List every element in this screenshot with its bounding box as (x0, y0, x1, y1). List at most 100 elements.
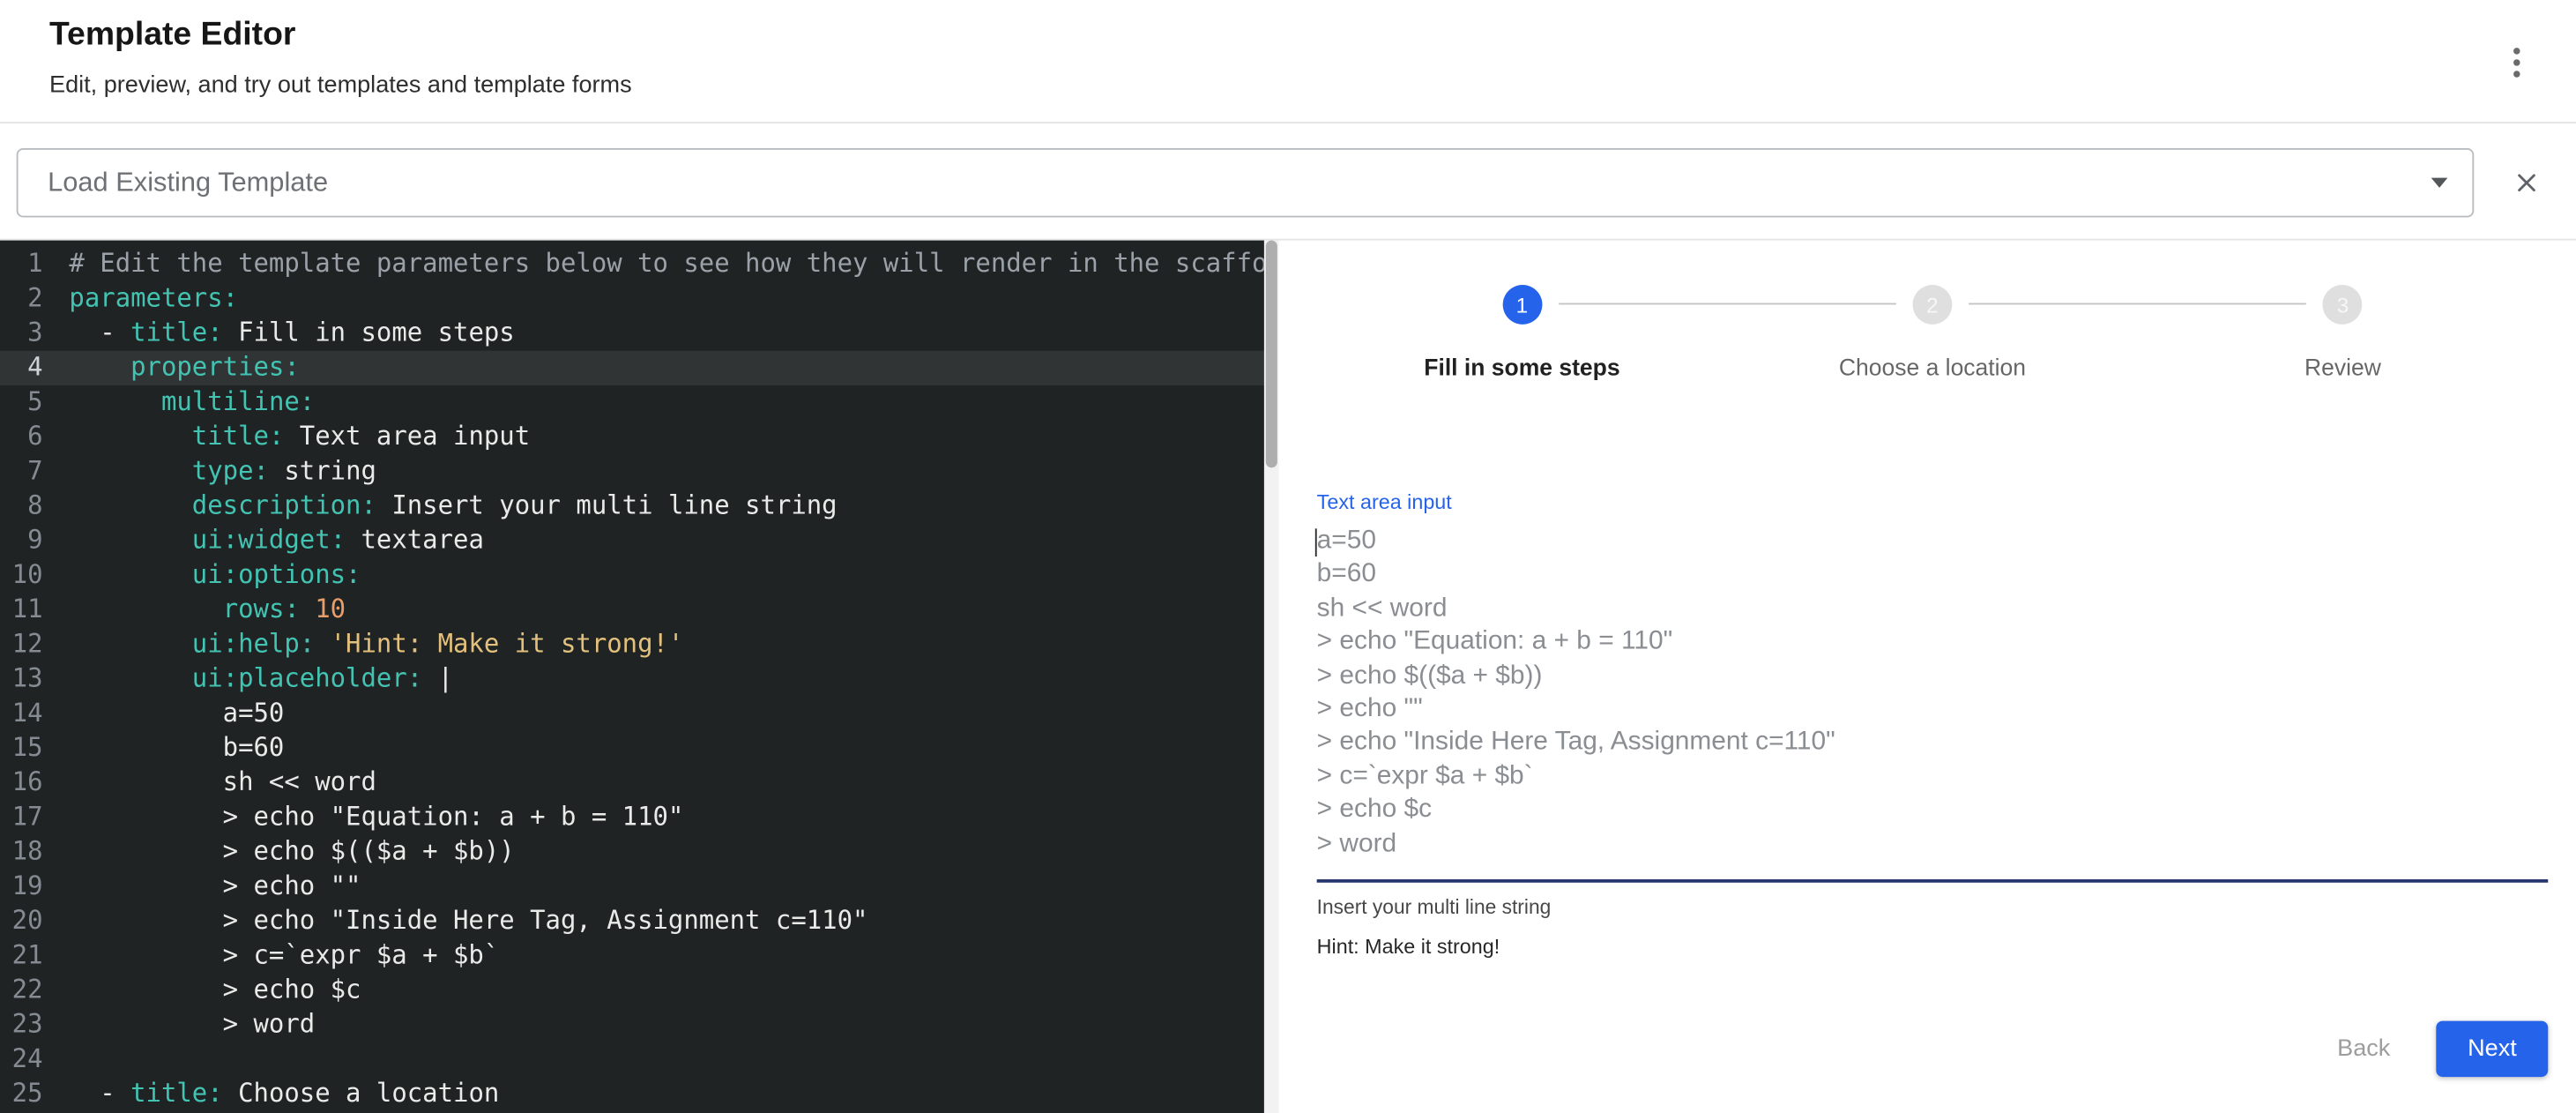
code-text: > echo $c (43, 973, 361, 1007)
line-number: 14 (0, 697, 43, 731)
line-number: 10 (0, 558, 43, 593)
header: Template Editor Edit, preview, and try o… (0, 0, 2576, 123)
editor-line[interactable]: 1# Edit the template parameters below to… (0, 247, 1264, 281)
template-editor-app: Template Editor Edit, preview, and try o… (0, 0, 2576, 1113)
editor-line[interactable]: 17 > echo "Equation: a + b = 110" (0, 800, 1264, 834)
code-text: ui:placeholder: | (43, 662, 453, 697)
editor-line[interactable]: 7 type: string (0, 454, 1264, 489)
editor-line[interactable]: 9 ui:widget: textarea (0, 524, 1264, 558)
chevron-down-icon[interactable] (2431, 178, 2448, 188)
focus-underline (1317, 879, 2549, 883)
line-number: 7 (0, 454, 43, 489)
line-number: 13 (0, 662, 43, 697)
line-number: 2 (0, 281, 43, 316)
code-text: type: string (43, 454, 376, 489)
editor-scrollbar[interactable] (1264, 241, 1279, 1113)
code-text (43, 1042, 70, 1077)
code-text: title: Text area input (43, 420, 531, 454)
line-number: 8 (0, 489, 43, 524)
code-text: > word (43, 1008, 316, 1042)
code-text: - title: Choose a location (43, 1077, 500, 1111)
editor-line[interactable]: 24 (0, 1042, 1264, 1077)
line-number: 1 (0, 247, 43, 281)
editor-line[interactable]: 10 ui:options: (0, 558, 1264, 593)
stepper: 1 Fill in some steps 2 Choose a location… (1279, 241, 2576, 383)
content-split: 1# Edit the template parameters below to… (0, 241, 2576, 1113)
editor-line[interactable]: 11 rows: 10 (0, 593, 1264, 627)
stepper-connector (1559, 303, 1896, 305)
editor-line[interactable]: 22 > echo $c (0, 973, 1264, 1007)
code-text: > echo "" (43, 870, 361, 904)
code-text: sh << word (43, 766, 376, 800)
editor-line[interactable]: 2parameters: (0, 281, 1264, 316)
editor-line[interactable]: 25 - title: Choose a location (0, 1077, 1264, 1111)
load-template-select[interactable]: Load Existing Template (17, 148, 2475, 217)
editor-line[interactable]: 13 ui:placeholder: | (0, 662, 1264, 697)
code-text: # Edit the template parameters below to … (43, 247, 1264, 281)
line-number: 18 (0, 835, 43, 870)
editor-scrollbar-thumb[interactable] (1266, 241, 1277, 468)
code-text: b=60 (43, 731, 285, 766)
line-number: 12 (0, 627, 43, 661)
close-icon[interactable] (2512, 168, 2542, 198)
line-number: 5 (0, 385, 43, 420)
kebab-menu-icon[interactable] (2502, 44, 2532, 80)
code-text: rows: 10 (43, 593, 346, 627)
textarea-placeholder: a=50 b=60 sh << word > echo "Equation: a… (1317, 526, 2549, 862)
editor-line[interactable]: 16 sh << word (0, 766, 1264, 800)
code-editor[interactable]: 1# Edit the template parameters below to… (0, 241, 1264, 1113)
editor-line[interactable]: 19 > echo "" (0, 870, 1264, 904)
line-number: 9 (0, 524, 43, 558)
step-1-label: Fill in some steps (1424, 355, 1619, 382)
line-number: 16 (0, 766, 43, 800)
editor-line[interactable]: 12 ui:help: 'Hint: Make it strong!' (0, 627, 1264, 661)
line-number: 23 (0, 1008, 43, 1042)
code-text: multiline: (43, 385, 316, 420)
code-text: description: Insert your multi line stri… (43, 489, 838, 524)
line-number: 22 (0, 973, 43, 1007)
editor-line[interactable]: 6 title: Text area input (0, 420, 1264, 454)
stepper-step-3[interactable]: 3 Review (2138, 285, 2549, 382)
editor-line[interactable]: 23 > word (0, 1008, 1264, 1042)
stepper-steps: 1 Fill in some steps 2 Choose a location… (1317, 285, 2549, 382)
stepper-connector (1969, 303, 2306, 305)
line-number: 20 (0, 904, 43, 938)
code-text: ui:widget: textarea (43, 524, 484, 558)
back-button[interactable]: Back (2331, 1022, 2397, 1075)
code-text: > c=`expr $a + $b` (43, 938, 500, 973)
editor-line[interactable]: 20 > echo "Inside Here Tag, Assignment c… (0, 904, 1264, 938)
template-preview-panel: 1 Fill in some steps 2 Choose a location… (1279, 241, 2576, 1113)
code-text: parameters: (43, 281, 239, 316)
step-3-label: Review (2304, 355, 2381, 382)
stepper-step-1[interactable]: 1 Fill in some steps (1317, 285, 1728, 382)
editor-line[interactable]: 4 properties: (0, 351, 1264, 385)
kebab-dot (2513, 48, 2520, 54)
editor-line[interactable]: 21 > c=`expr $a + $b` (0, 938, 1264, 973)
editor-line[interactable]: 3 - title: Fill in some steps (0, 316, 1264, 350)
code-text: > echo "Inside Here Tag, Assignment c=11… (43, 904, 868, 938)
code-text: properties: (43, 351, 300, 385)
editor-line[interactable]: 18 > echo $(($a + $b)) (0, 835, 1264, 870)
line-number: 15 (0, 731, 43, 766)
text-cursor (1314, 528, 1317, 556)
line-number: 6 (0, 420, 43, 454)
template-loader-row: Load Existing Template (0, 123, 2576, 241)
editor-line[interactable]: 5 multiline: (0, 385, 1264, 420)
step-2-icon: 2 (1913, 285, 1953, 325)
code-text: ui:options: (43, 558, 361, 593)
line-number: 24 (0, 1042, 43, 1077)
step-3-icon: 3 (2323, 285, 2363, 325)
editor-line[interactable]: 8 description: Insert your multi line st… (0, 489, 1264, 524)
editor-line[interactable]: 14 a=50 (0, 697, 1264, 731)
code-text: ui:help: 'Hint: Make it strong!' (43, 627, 684, 661)
next-button[interactable]: Next (2437, 1021, 2549, 1077)
line-number: 25 (0, 1077, 43, 1111)
page-subtitle: Edit, preview, and try out templates and… (49, 72, 632, 99)
code-text: a=50 (43, 697, 285, 731)
step-1-icon: 1 (1502, 285, 1542, 325)
editor-line[interactable]: 15 b=60 (0, 731, 1264, 766)
step-2-label: Choose a location (1839, 355, 2026, 382)
stepper-step-2[interactable]: 2 Choose a location (1727, 285, 2138, 382)
field-label: Text area input (1317, 490, 2549, 513)
multiline-textarea[interactable]: a=50 b=60 sh << word > echo "Equation: a… (1317, 526, 2549, 862)
